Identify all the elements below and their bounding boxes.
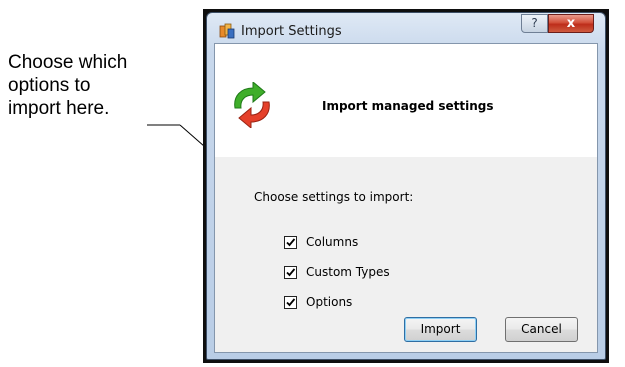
window-title: Import Settings (241, 24, 342, 39)
screenshot: Choose which options to import here. Imp… (0, 0, 625, 367)
cancel-button[interactable]: Cancel (505, 317, 578, 342)
checkmark-icon (286, 237, 296, 246)
checkmark-icon (286, 297, 296, 306)
choose-settings-label: Choose settings to import: (254, 190, 414, 204)
options-label: Options (306, 295, 353, 309)
option-custom-types[interactable]: Custom Types (284, 264, 390, 280)
custom-types-checkbox[interactable] (284, 265, 297, 279)
sync-arrows-icon (229, 80, 275, 130)
custom-types-label: Custom Types (306, 265, 390, 279)
option-columns[interactable]: Columns (284, 234, 358, 250)
options-checkbox[interactable] (284, 295, 297, 309)
header-panel: Import managed settings (215, 44, 597, 157)
help-button[interactable]: ? (521, 14, 548, 33)
title-bar[interactable]: Import Settings ? x (207, 13, 605, 43)
columns-checkbox[interactable] (284, 235, 297, 249)
import-settings-dialog: Import Settings ? x Import managed setti… (206, 12, 606, 360)
import-button[interactable]: Import (404, 317, 477, 342)
option-options[interactable]: Options (284, 294, 352, 310)
dialog-body: Import managed settings Choose settings … (214, 43, 598, 353)
annotation-text: Choose which options to import here. (8, 52, 128, 119)
columns-label: Columns (306, 235, 359, 249)
header-title: Import managed settings (322, 99, 494, 113)
close-button[interactable]: x (548, 14, 594, 33)
app-icon (219, 23, 235, 39)
checkmark-icon (286, 267, 296, 276)
